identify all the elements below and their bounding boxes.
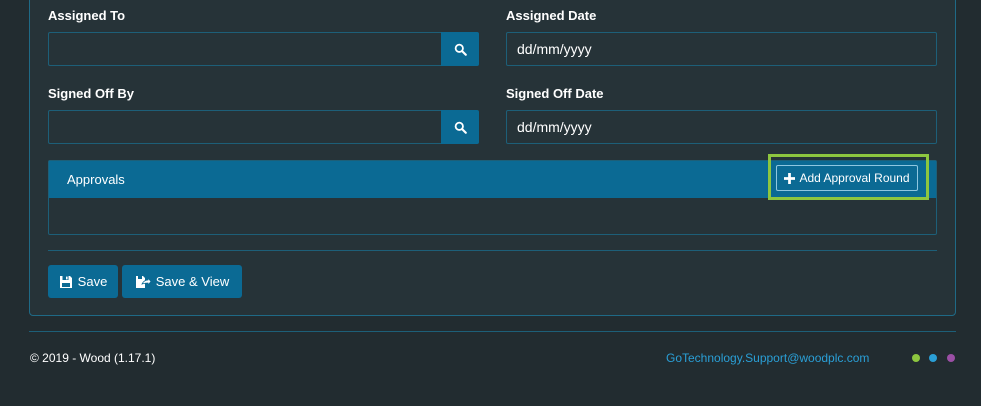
form-divider xyxy=(48,250,937,251)
footer-dot-green xyxy=(912,354,920,362)
signed-off-by-input[interactable] xyxy=(48,110,441,144)
footer-dot-blue xyxy=(929,354,937,362)
copyright-text: © 2019 - Wood (1.17.1) xyxy=(30,351,156,365)
assigned-to-input[interactable] xyxy=(48,32,441,66)
signed-off-by-label: Signed Off By xyxy=(48,86,134,101)
assigned-date-input[interactable] xyxy=(506,32,937,66)
plus-icon xyxy=(784,172,796,184)
add-approval-round-button[interactable]: Add Approval Round xyxy=(776,165,918,191)
assigned-to-label: Assigned To xyxy=(48,8,126,23)
floppy-disk-icon xyxy=(59,275,72,288)
assigned-to-group xyxy=(48,32,479,66)
save-and-view-label: Save & View xyxy=(155,274,230,289)
footer-dot-purple xyxy=(947,354,955,362)
signed-off-date-input[interactable] xyxy=(506,110,937,144)
approvals-title: Approvals xyxy=(67,172,125,187)
support-email-link[interactable]: GoTechnology.Support@woodplc.com xyxy=(666,351,869,365)
signed-off-by-search-button[interactable] xyxy=(441,110,479,144)
search-icon xyxy=(454,121,467,134)
search-icon xyxy=(454,43,467,56)
save-share-icon xyxy=(135,275,151,288)
assigned-to-search-button[interactable] xyxy=(441,32,479,66)
assigned-date-label: Assigned Date xyxy=(506,8,597,23)
save-label: Save xyxy=(77,274,108,289)
save-button[interactable]: Save xyxy=(48,265,118,298)
add-approval-round-label: Add Approval Round xyxy=(799,171,910,185)
save-and-view-button[interactable]: Save & View xyxy=(122,265,242,298)
signed-off-date-label: Signed Off Date xyxy=(506,86,604,101)
signed-off-by-group xyxy=(48,110,479,144)
footer-divider xyxy=(29,331,956,332)
